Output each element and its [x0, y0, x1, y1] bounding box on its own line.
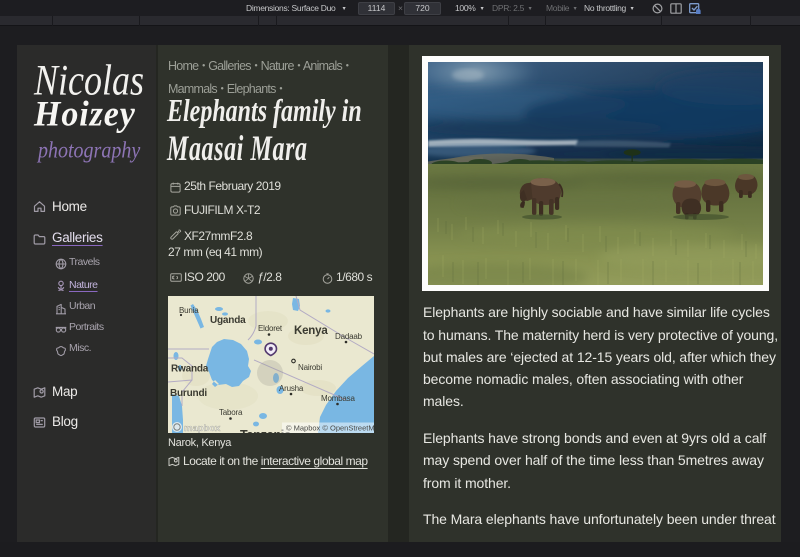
svg-text:Dadaab: Dadaab: [335, 332, 363, 341]
svg-text:Bunia: Bunia: [179, 306, 199, 315]
svg-text:Rwanda: Rwanda: [171, 363, 209, 374]
svg-text:Tabora: Tabora: [219, 408, 243, 417]
svg-text:Burundi: Burundi: [170, 388, 207, 399]
svg-text:Eldoret: Eldoret: [258, 324, 283, 333]
svg-text:Kenya: Kenya: [294, 325, 328, 337]
svg-text:© Mapbox © OpenStreetMap: © Mapbox © OpenStreetMap: [286, 423, 374, 432]
svg-text:Mombasa: Mombasa: [321, 394, 355, 403]
svg-text:Arusha: Arusha: [279, 384, 304, 393]
svg-text:Uganda: Uganda: [210, 315, 246, 326]
svg-text:Nairobi: Nairobi: [298, 363, 322, 372]
svg-text:mapbox: mapbox: [184, 423, 221, 433]
